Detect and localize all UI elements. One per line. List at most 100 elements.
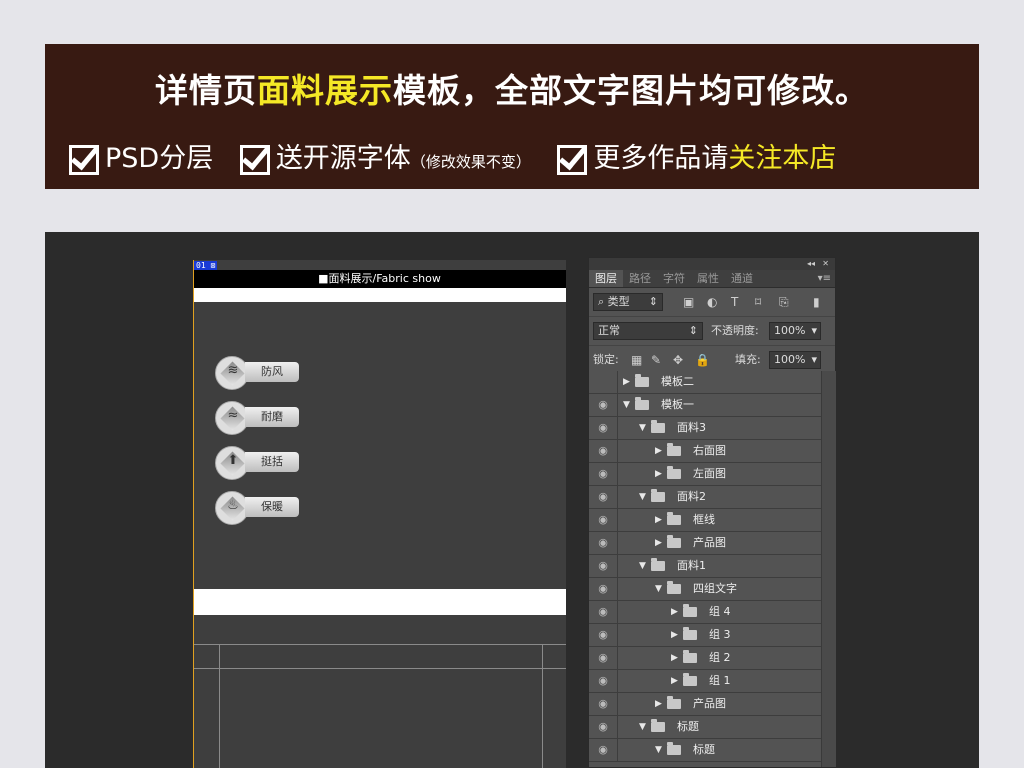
filter-toggle-icon[interactable]: ▮ [813,293,820,311]
adjustment-filter-icon[interactable]: ◐ [707,293,717,311]
layer-name: 面料1 [677,559,706,572]
layer-name: 组 2 [709,651,731,664]
tab-paths[interactable]: 路径 [623,270,657,287]
collapse-right-arrow-icon[interactable]: ▶ [655,532,662,554]
flame-icon: ♨ [215,491,249,525]
collapse-right-arrow-icon[interactable]: ▶ [655,440,662,462]
close-panel-icon[interactable]: ✕ [822,258,829,270]
expand-down-arrow-icon[interactable]: ▼ [655,739,662,761]
layer-row[interactable]: ▶ 模板二 [589,371,821,394]
layer-row[interactable]: ◉ ▼ 四组文字 [589,578,821,601]
image-filter-icon[interactable]: ▣ [683,293,694,311]
collapse-panel-icon[interactable]: ◂◂ [807,258,815,270]
layer-row[interactable]: ◉ ▼ 模板一 [589,394,821,417]
banner-headline: 详情页面料展示模板，全部文字图片均可修改。 [45,64,979,112]
fill-input[interactable]: 100% ▾ [769,351,821,369]
collapse-right-arrow-icon[interactable]: ▶ [623,371,630,393]
tab-character[interactable]: 字符 [657,270,691,287]
expand-down-arrow-icon[interactable]: ▼ [655,578,662,600]
layers-scrollbar[interactable] [821,371,836,767]
visibility-eye-icon[interactable]: ◉ [589,509,618,531]
folder-icon [683,673,697,686]
lock-paint-brush-icon[interactable]: ✎ [651,351,661,369]
panel-menu-icon[interactable]: ▾≡ [818,270,831,287]
opacity-input[interactable]: 100% ▾ [769,322,821,340]
layer-row[interactable]: ◉ ▶ 组 2 [589,647,821,670]
expand-down-arrow-icon[interactable]: ▼ [639,555,646,577]
tab-properties[interactable]: 属性 [691,270,725,287]
tab-channels[interactable]: 通道 [725,270,759,287]
wave-icon: ≈ [215,401,249,435]
visibility-eye-icon[interactable]: ◉ [589,440,618,462]
visibility-eye-icon[interactable]: ◉ [589,624,618,646]
wind-icon: ≋ [215,356,249,390]
tab-layers[interactable]: 图层 [589,270,623,287]
feature-label: 送开源字体 [275,143,411,174]
shape-filter-icon[interactable]: ⌑ [755,293,761,311]
visibility-off-icon[interactable] [589,371,618,393]
visibility-eye-icon[interactable]: ◉ [589,739,618,761]
layer-name: 组 3 [709,628,731,641]
layer-name: 模板二 [661,375,694,388]
visibility-eye-icon[interactable]: ◉ [589,601,618,623]
visibility-eye-icon[interactable]: ◉ [589,463,618,485]
visibility-eye-icon[interactable]: ◉ [589,578,618,600]
visibility-eye-icon[interactable]: ◉ [589,417,618,439]
feature-pill-label: 防风 [245,362,299,382]
layer-name: 面料3 [677,421,706,434]
layer-row[interactable]: ◉ ▼ 面料1 [589,555,821,578]
collapse-right-arrow-icon[interactable]: ▶ [655,509,662,531]
blend-mode-select[interactable]: 正常 ⇕ [593,322,703,340]
layer-row[interactable]: ◉ ▶ 产品图 [589,693,821,716]
visibility-eye-icon[interactable]: ◉ [589,486,618,508]
layer-name: 产品图 [693,536,726,549]
folder-icon [683,604,697,617]
layer-row[interactable]: ◉ ▼ 标题 [589,716,821,739]
visibility-eye-icon[interactable]: ◉ [589,532,618,554]
collapse-right-arrow-icon[interactable]: ▶ [671,624,678,646]
visibility-eye-icon[interactable]: ◉ [589,647,618,669]
collapse-right-arrow-icon[interactable]: ▶ [671,647,678,669]
visibility-eye-icon[interactable]: ◉ [589,716,618,738]
collapse-right-arrow-icon[interactable]: ▶ [671,601,678,623]
banner-features: PSD分层 送开源字体（修改效果不变） 更多作品请关注本店 [69,136,969,175]
expand-down-arrow-icon[interactable]: ▼ [639,716,646,738]
layer-row[interactable]: ◉ ▶ 组 1 [589,670,821,693]
checkbox-checked-icon [239,144,270,175]
layer-row[interactable]: ◉ ▶ 框线 [589,509,821,532]
visibility-eye-icon[interactable]: ◉ [589,394,618,416]
layer-row[interactable]: ◉ ▶ 右面图 [589,440,821,463]
visibility-eye-icon[interactable]: ◉ [589,555,618,577]
collapse-right-arrow-icon[interactable]: ▶ [655,693,662,715]
layer-row[interactable]: ◉ ▶ 产品图 [589,532,821,555]
layer-row[interactable]: ◉ ▶ 组 4 [589,601,821,624]
lock-position-move-icon[interactable]: ✥ [673,351,683,369]
expand-down-arrow-icon[interactable]: ▼ [639,486,646,508]
layer-row[interactable]: ◉ ▼ 面料2 [589,486,821,509]
type-filter-icon[interactable]: T [731,293,738,311]
feature-follow-store: 更多作品请关注本店 [557,136,836,175]
layer-row[interactable]: ◉ ▶ 左面图 [589,463,821,486]
document-canvas[interactable]: 01 ⊠ ■面料展示/Fabric show ≋ 防风 ≈ 耐磨 ⬆ 挺括 ♨ … [193,260,566,768]
visibility-eye-icon[interactable]: ◉ [589,670,618,692]
layer-row[interactable]: ◉ ▶ 组 3 [589,624,821,647]
headline-suffix: 模板，全部文字图片均可修改。 [393,71,869,110]
smart-object-filter-icon[interactable]: ⎘ [779,293,789,311]
filter-kind-select[interactable]: ⌕ 类型 ⇕ [593,293,663,311]
collapse-right-arrow-icon[interactable]: ▶ [655,463,662,485]
visibility-eye-icon[interactable]: ◉ [589,693,618,715]
collapse-right-arrow-icon[interactable]: ▶ [671,670,678,692]
canvas-guide-left [193,260,194,768]
expand-down-arrow-icon[interactable]: ▼ [623,394,630,416]
folder-icon [651,489,665,502]
feature-pill-label: 保暖 [245,497,299,517]
lock-transparent-icon[interactable]: ▦ [631,351,642,369]
lock-all-padlock-icon[interactable]: 🔒 [695,351,710,369]
fill-label: 填充: [735,353,761,366]
layer-row[interactable]: ◉ ▼ 面料3 [589,417,821,440]
layer-list: ▶ 模板二 ◉ ▼ 模板一 ◉ ▼ 面料3 ◉ ▶ 右面图 ◉ ▶ 左面图 ◉ ▼ 面料2 ◉ ▶ 框线 ◉ ▶ 产品图 ◉ ▼… [589,371,821,762]
feature-pill-label: 耐磨 [245,407,299,427]
layer-row[interactable]: ◉ ▼ 标题 [589,739,821,762]
expand-down-arrow-icon[interactable]: ▼ [639,417,646,439]
canvas-title-bar: ■面料展示/Fabric show [193,270,566,288]
